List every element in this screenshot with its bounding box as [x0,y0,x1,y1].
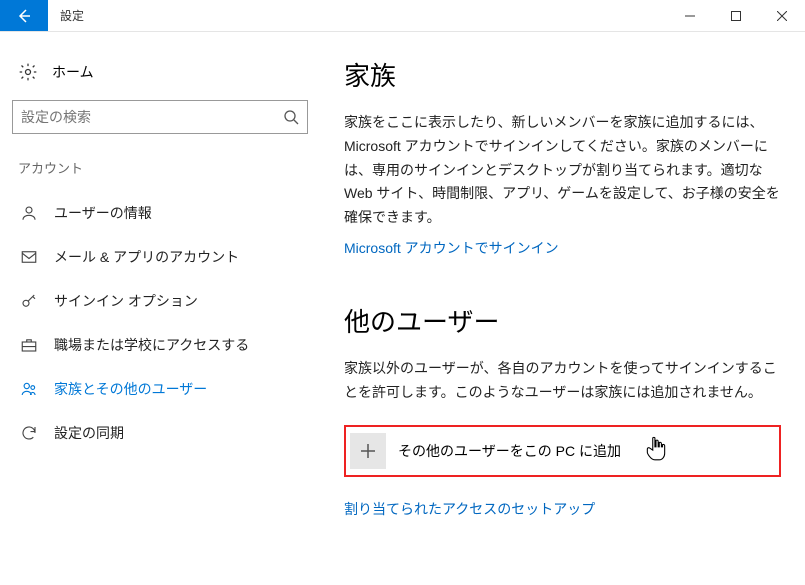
people-icon [20,380,38,398]
sidebar-item-label: メール & アプリのアカウント [54,247,239,267]
window-title: 設定 [48,0,667,31]
other-users-description: 家族以外のユーザーが、各自のアカウントを使ってサインインすることを許可します。こ… [344,357,781,405]
assigned-access-link[interactable]: 割り当てられたアクセスのセットアップ [344,499,595,519]
search-box[interactable] [12,100,308,134]
family-heading: 家族 [344,56,781,93]
gear-icon [18,62,38,82]
close-icon [777,11,787,21]
other-users-heading: 他のユーザー [344,302,781,339]
sidebar-item-label: 職場または学校にアクセスする [54,335,249,355]
sidebar-item-label: ユーザーの情報 [54,203,152,223]
briefcase-icon [20,336,38,354]
home-button[interactable]: ホーム [12,56,308,100]
sidebar-item-email-accounts[interactable]: メール & アプリのアカウント [12,235,308,279]
sync-icon [20,424,38,442]
sidebar-item-label: 設定の同期 [54,423,124,443]
user-icon [20,204,38,222]
key-icon [20,292,38,310]
sidebar-item-family-other[interactable]: 家族とその他のユーザー [12,367,308,411]
sidebar: ホーム アカウント ユーザーの情報 メール & アプリのアカウント サインイン … [0,32,320,585]
add-other-user-button[interactable]: その他のユーザーをこの PC に追加 [344,425,781,477]
search-icon [283,109,299,125]
sidebar-item-signin-options[interactable]: サインイン オプション [12,279,308,323]
sidebar-item-work-school[interactable]: 職場または学校にアクセスする [12,323,308,367]
plus-icon [350,433,386,469]
sidebar-item-user-info[interactable]: ユーザーの情報 [12,191,308,235]
minimize-icon [685,11,695,21]
ms-signin-link[interactable]: Microsoft アカウントでサインイン [344,238,559,258]
minimize-button[interactable] [667,0,713,31]
maximize-button[interactable] [713,0,759,31]
back-button[interactable] [0,0,48,31]
home-label: ホーム [52,62,94,82]
maximize-icon [731,11,741,21]
sidebar-section-label: アカウント [12,158,308,191]
sidebar-item-sync[interactable]: 設定の同期 [12,411,308,455]
family-description: 家族をここに表示したり、新しいメンバーを家族に追加するには、Microsoft … [344,111,781,230]
search-input[interactable] [21,109,283,125]
arrow-left-icon [16,8,32,24]
main-content: 家族 家族をここに表示したり、新しいメンバーを家族に追加するには、Microso… [320,32,805,585]
sidebar-item-label: 家族とその他のユーザー [54,379,207,399]
close-button[interactable] [759,0,805,31]
titlebar: 設定 [0,0,805,32]
add-other-user-label: その他のユーザーをこの PC に追加 [398,441,621,461]
mail-icon [20,248,38,266]
window-controls [667,0,805,31]
sidebar-item-label: サインイン オプション [54,291,198,311]
